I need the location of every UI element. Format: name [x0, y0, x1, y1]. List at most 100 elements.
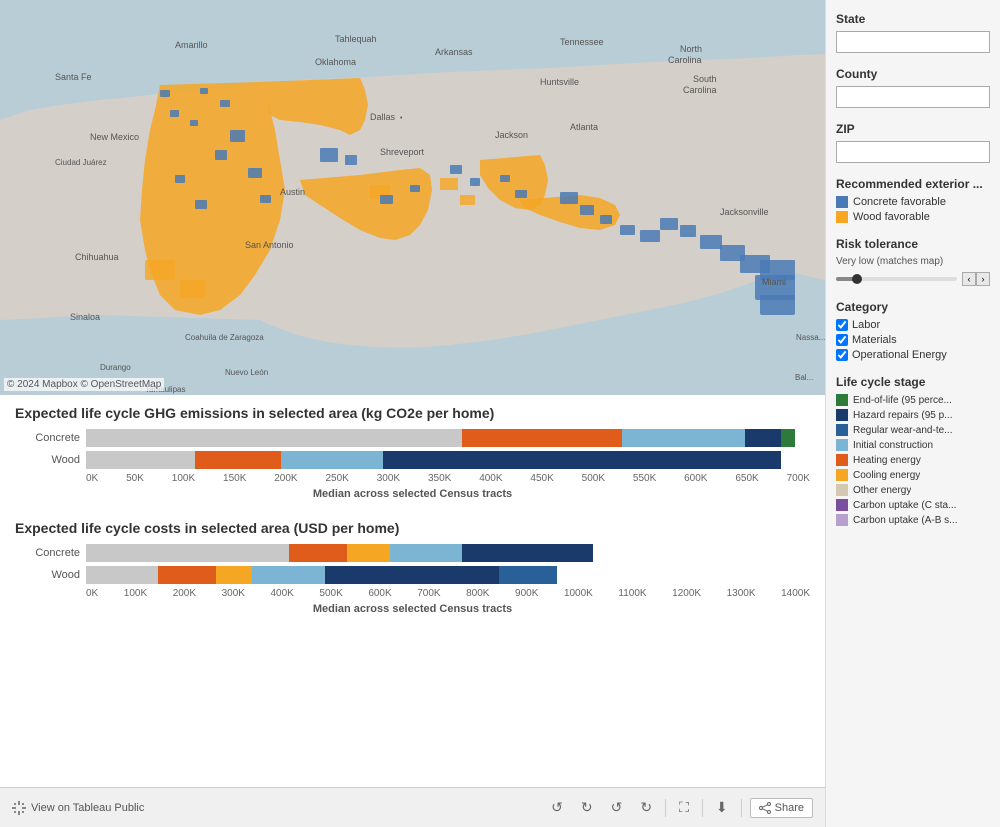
right-panel: State County ZIP Recommended exterior ..…	[825, 0, 1000, 827]
labor-checkbox[interactable]	[836, 319, 848, 331]
redo-button[interactable]: ↻	[576, 796, 598, 819]
back-button[interactable]: ↺	[606, 796, 628, 819]
x-label: 200K	[274, 473, 297, 484]
x-label: 1400K	[781, 588, 810, 599]
x-label: 550K	[633, 473, 656, 484]
map: New Mexico Ciudad Juárez Chihuahua Sinal…	[0, 0, 825, 395]
risk-section: Risk tolerance Very low (matches map) ‹ …	[836, 237, 990, 286]
bottom-toolbar: View on Tableau Public ↺ ↻ ↺ ↻ ⛶ ⬇	[0, 787, 825, 827]
x-label: 600K	[368, 588, 391, 599]
lifecycle-swatch	[836, 499, 848, 511]
svg-text:Carolina: Carolina	[668, 55, 702, 65]
cost-chart-area: Concrete Wood	[15, 544, 810, 615]
x-label: 150K	[223, 473, 246, 484]
x-label: 1000K	[564, 588, 593, 599]
zip-input[interactable]	[836, 141, 990, 163]
x-label: 450K	[530, 473, 553, 484]
cost-x-axis: 0K 100K 200K 300K 400K 500K 600K 700K 80…	[15, 588, 810, 599]
x-label: 300K	[377, 473, 400, 484]
fullscreen-button[interactable]: ⛶	[674, 796, 694, 819]
x-label: 350K	[428, 473, 451, 484]
county-input[interactable]	[836, 86, 990, 108]
category-section: Category Labor Materials Operational Ene…	[836, 300, 990, 361]
tableau-icon	[12, 801, 26, 815]
forward-button[interactable]: ↻	[635, 796, 657, 819]
x-label: 500K	[319, 588, 342, 599]
svg-text:Durango: Durango	[100, 363, 131, 372]
svg-text:South: South	[693, 74, 717, 84]
slider-left-arrow[interactable]: ‹	[962, 272, 976, 286]
svg-text:San Antonio: San Antonio	[245, 240, 294, 250]
ghg-chart-area: Concrete Wood	[15, 429, 810, 500]
state-section: State	[836, 12, 990, 53]
ghg-wood-row: Wood	[15, 451, 810, 469]
svg-text:Bal...: Bal...	[795, 373, 813, 382]
svg-text:Shreveport: Shreveport	[380, 147, 425, 157]
ghg-wood-bar	[86, 451, 810, 469]
risk-value-label: Very low (matches map)	[836, 256, 990, 267]
toolbar-right: ↺ ↻ ↺ ↻ ⛶ ⬇ Share	[546, 796, 813, 819]
ghg-concrete-bar	[86, 429, 810, 447]
lifecycle-item: Initial construction	[836, 439, 990, 451]
undo-button[interactable]: ↺	[546, 796, 568, 819]
category-label: Category	[836, 300, 990, 314]
download-button[interactable]: ⬇	[711, 796, 733, 819]
lifecycle-item: Hazard repairs (95 p...	[836, 409, 990, 421]
lifecycle-text: Hazard repairs (95 p...	[853, 410, 953, 421]
view-tableau-link[interactable]: View on Tableau Public	[12, 801, 144, 815]
lifecycle-item: Carbon uptake (C sta...	[836, 499, 990, 511]
operational-energy-label: Operational Energy	[852, 349, 947, 361]
lifecycle-swatch	[836, 409, 848, 421]
svg-text:Dallas: Dallas	[370, 112, 396, 122]
x-label: 100K	[124, 588, 147, 599]
svg-text:Austin: Austin	[280, 187, 305, 197]
cost-chart-section: Expected life cycle costs in selected ar…	[15, 520, 810, 615]
state-input[interactable]	[836, 31, 990, 53]
svg-text:Sinaloa: Sinaloa	[70, 312, 100, 322]
svg-text:Tahlequah: Tahlequah	[335, 34, 377, 44]
lifecycle-text: Cooling energy	[853, 470, 920, 481]
materials-label: Materials	[852, 334, 897, 346]
ghg-wood-label: Wood	[15, 454, 80, 466]
wood-legend-item: Wood favorable	[836, 211, 990, 223]
county-label: County	[836, 67, 990, 81]
lifecycle-section: Life cycle stage End-of-life (95 perce..…	[836, 375, 990, 526]
wood-swatch	[836, 211, 848, 223]
operational-energy-checkbox-item: Operational Energy	[836, 349, 990, 361]
x-label: 900K	[515, 588, 538, 599]
ghg-x-axis: 0K 50K 100K 150K 200K 250K 300K 350K 400…	[15, 473, 810, 484]
zip-label: ZIP	[836, 122, 990, 136]
x-label: 250K	[325, 473, 348, 484]
x-label: 300K	[222, 588, 245, 599]
slider-thumb[interactable]	[852, 274, 862, 284]
toolbar-divider-2	[702, 799, 703, 817]
svg-text:Arkansas: Arkansas	[435, 47, 473, 57]
x-label: 0K	[86, 588, 98, 599]
materials-checkbox[interactable]	[836, 334, 848, 346]
slider-container: ‹ ›	[836, 272, 990, 286]
lifecycle-swatch	[836, 454, 848, 466]
risk-label: Risk tolerance	[836, 237, 990, 251]
lifecycle-swatch	[836, 469, 848, 481]
wood-legend-text: Wood favorable	[853, 211, 930, 223]
x-label: 1300K	[727, 588, 756, 599]
svg-text:Jackson: Jackson	[495, 130, 528, 140]
svg-text:Huntsville: Huntsville	[540, 77, 579, 87]
ghg-subtitle: Median across selected Census tracts	[15, 488, 810, 500]
x-label: 400K	[479, 473, 502, 484]
slider-right-arrow[interactable]: ›	[976, 272, 990, 286]
materials-checkbox-item: Materials	[836, 334, 990, 346]
charts-panel: Expected life cycle GHG emissions in sel…	[0, 395, 825, 787]
cost-concrete-bar	[86, 544, 810, 562]
ghg-chart-section: Expected life cycle GHG emissions in sel…	[15, 405, 810, 500]
x-label: 50K	[126, 473, 144, 484]
lifecycle-item: Cooling energy	[836, 469, 990, 481]
operational-energy-checkbox[interactable]	[836, 349, 848, 361]
lifecycle-label: Life cycle stage	[836, 375, 990, 389]
lifecycle-text: Initial construction	[853, 440, 933, 451]
cost-wood-bar	[86, 566, 810, 584]
toolbar-divider-3	[741, 799, 742, 817]
share-button[interactable]: Share	[750, 798, 813, 818]
slider-track[interactable]	[836, 277, 957, 281]
svg-text:Jacksonville: Jacksonville	[720, 207, 769, 217]
